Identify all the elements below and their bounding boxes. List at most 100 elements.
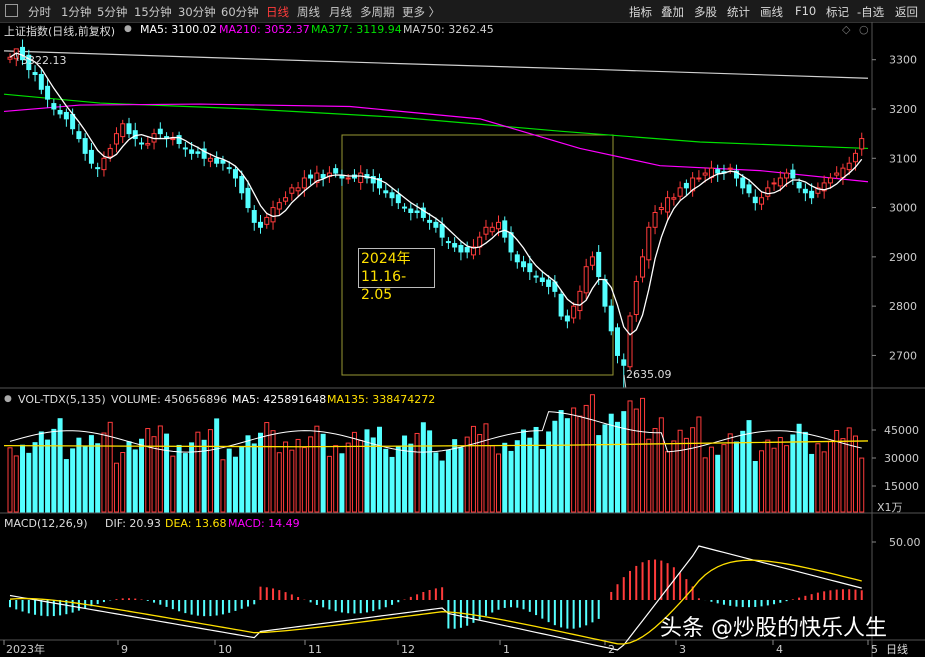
candle-down (796, 181, 802, 189)
macd-tick-label: 50.00 (889, 536, 921, 549)
volume-bar-down (395, 446, 401, 513)
volume-bar-up (727, 433, 733, 513)
volume-bar-up (589, 394, 595, 513)
candle-up (120, 123, 126, 138)
volume-bar-up (283, 441, 289, 513)
volume-bar-up (777, 437, 783, 513)
volume-bar-down (752, 460, 758, 513)
volume-bar-up (345, 442, 351, 513)
volume-bar-down (389, 456, 395, 513)
candle-up (207, 157, 213, 162)
main-panel-title: 上证指数(日线,前复权) (4, 25, 116, 38)
candle-up (652, 212, 658, 228)
candle-down (452, 243, 458, 248)
volume-bar-up (120, 452, 126, 513)
candle-up (577, 290, 583, 312)
candle-down (57, 109, 63, 115)
candle-up (101, 157, 107, 171)
candle-down (408, 208, 414, 214)
kline-chart[interactable]: 3300320031003000290028002700450003000015… (0, 0, 925, 657)
volume-bar-down (439, 460, 445, 513)
expand-icon[interactable]: ○ (859, 23, 869, 36)
ma750-legend: MA750: 3262.45 (403, 23, 494, 36)
volume-bar-up (333, 445, 339, 513)
volume-bar-up (101, 432, 107, 513)
volume-bar-up (145, 428, 151, 513)
candle-up (771, 182, 777, 185)
candle-up (301, 177, 307, 189)
candle-down (533, 275, 539, 278)
candle-down (139, 142, 145, 145)
collapse-icon[interactable]: ◇ (842, 23, 850, 36)
volume-bar-up (295, 438, 301, 513)
candle-down (614, 327, 620, 356)
macd-dif: DIF: 20.93 (105, 517, 161, 530)
vol-settings-icon[interactable]: ● (4, 394, 12, 404)
volume-panel-title: VOL-TDX(5,135) (18, 393, 106, 406)
volume-bar-down (57, 418, 63, 513)
volume-bar-up (495, 453, 501, 513)
candle-up (583, 266, 589, 294)
volume-bar-down (552, 420, 558, 513)
volume-bar-down (258, 432, 264, 513)
volume-bar-down (232, 456, 238, 513)
volume-bar-up (771, 447, 777, 513)
volume-bar-down (621, 411, 627, 513)
volume-bar-down (408, 443, 414, 513)
volume-bar-down (433, 452, 439, 513)
volume-bar-up (652, 428, 658, 513)
volume-ma135: MA135: 338474272 (327, 393, 436, 406)
candle-down (458, 245, 464, 253)
volume-bar-up (289, 449, 295, 513)
ma377-line (3, 93, 869, 150)
volume-bar-up (351, 431, 357, 513)
volume-bar-up (157, 425, 163, 513)
volume-bar-down (20, 444, 26, 513)
macd-value: MACD: 14.49 (228, 517, 300, 530)
volume-bar-down (527, 437, 533, 513)
candle-down (195, 151, 201, 154)
candle-up (777, 177, 783, 187)
candle-down (339, 175, 345, 179)
volume-bar-down (26, 452, 32, 513)
volume-bar-up (170, 455, 176, 513)
volume-bar-down (514, 440, 520, 513)
candle-down (32, 72, 38, 76)
y-tick-label: 3100 (889, 152, 917, 165)
settings-dot-icon[interactable]: ● (124, 24, 132, 34)
x-tick-label: 2023年 (6, 642, 45, 656)
candle-up (7, 56, 13, 60)
volume-bar-up (314, 425, 320, 513)
volume-bar-down (521, 429, 527, 513)
volume-bar-down (51, 428, 57, 513)
volume-bar-down (452, 439, 458, 513)
volume-bar-up (470, 425, 476, 513)
candle-down (239, 176, 245, 194)
volume-bar-up (827, 440, 833, 513)
volume-bar-down (139, 438, 145, 513)
volume-bar-up (859, 457, 865, 513)
date-range-annotation[interactable]: 2024年 11.16-2.05 (358, 248, 435, 303)
candle-up (358, 172, 364, 183)
volume-bar-up (583, 404, 589, 513)
volume-bar-down (32, 442, 38, 513)
candle-down (521, 261, 527, 268)
candle-down (439, 223, 445, 238)
candle-down (333, 168, 339, 174)
candle-down (502, 220, 508, 238)
x-tick-label: 5 (871, 643, 878, 656)
candle-up (696, 177, 702, 180)
candle-down (715, 169, 721, 174)
volume-ma5: MA5: 425891648 (232, 393, 327, 406)
volume-bar-up (13, 455, 19, 513)
candle-up (495, 221, 501, 230)
candle-down (226, 167, 232, 170)
candle-down (82, 138, 88, 154)
volume-bar-up (276, 452, 282, 513)
candle-up (170, 138, 176, 141)
volume-bar-down (38, 431, 44, 513)
volume-bar-up (414, 432, 420, 513)
candle-up (846, 162, 852, 171)
volume-bar-up (464, 436, 470, 513)
volume-bar-down (508, 450, 514, 513)
